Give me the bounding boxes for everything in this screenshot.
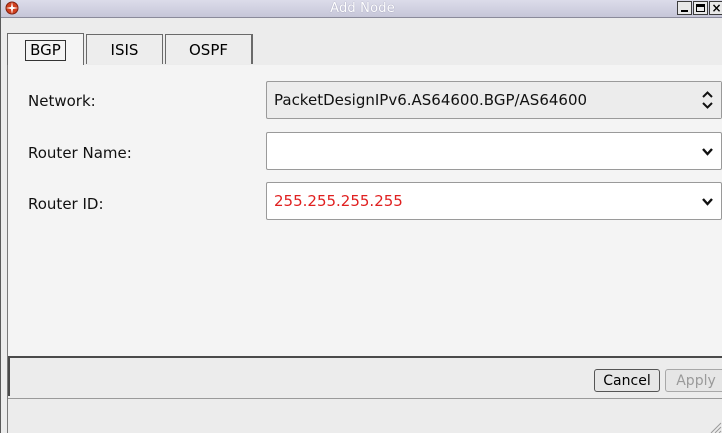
resize-grip-icon[interactable] <box>708 420 722 433</box>
up-down-spinner-icon[interactable] <box>694 82 721 118</box>
add-node-dialog: Add Node × BGP ISIS OSPF Network: Packet… <box>0 0 722 433</box>
router-id-label: Router ID: <box>28 195 104 213</box>
tab-isis-label: ISIS <box>110 40 139 59</box>
apply-button[interactable]: Apply <box>665 369 722 392</box>
tab-isis[interactable]: ISIS <box>86 34 163 64</box>
tab-ospf-label: OSPF <box>188 40 228 59</box>
tab-bgp-label: BGP <box>25 39 66 61</box>
protocol-tabs: BGP ISIS OSPF <box>7 33 718 66</box>
dialog-left-border <box>7 65 8 433</box>
router-name-label: Router Name: <box>28 144 132 162</box>
title-bar[interactable]: Add Node × <box>1 0 722 18</box>
bgp-panel: Network: PacketDesignIPv6.AS64600.BGP/AS… <box>7 65 722 356</box>
network-select[interactable]: PacketDesignIPv6.AS64600.BGP/AS64600 <box>266 81 722 119</box>
status-bar <box>8 398 722 433</box>
tab-bgp[interactable]: BGP <box>7 33 84 66</box>
network-value: PacketDesignIPv6.AS64600.BGP/AS64600 <box>274 91 588 109</box>
tab-ospf[interactable]: OSPF <box>165 34 253 64</box>
button-bar: Cancel Apply <box>8 356 722 396</box>
router-name-combobox[interactable] <box>266 132 722 170</box>
chevron-down-icon[interactable] <box>694 183 721 219</box>
router-id-value: 255.255.255.255 <box>274 192 403 210</box>
close-icon[interactable]: × <box>709 1 722 15</box>
maximize-icon[interactable] <box>693 1 708 15</box>
window-controls: × <box>677 1 722 16</box>
window-title: Add Node <box>330 1 395 16</box>
cancel-button[interactable]: Cancel <box>594 369 660 392</box>
chevron-down-icon[interactable] <box>694 133 721 169</box>
network-label: Network: <box>28 92 96 110</box>
minimize-icon[interactable] <box>677 1 692 15</box>
router-id-combobox[interactable]: 255.255.255.255 <box>266 182 722 220</box>
